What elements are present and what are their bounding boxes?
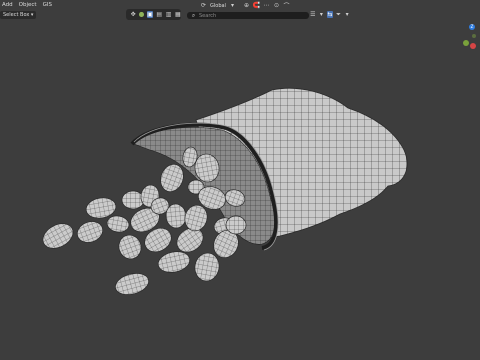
chevron-down-icon[interactable]: ▾ — [319, 11, 325, 18]
move-icon[interactable]: ✥ — [130, 11, 136, 18]
outliner-search: ⌕ — [187, 12, 309, 19]
select-intersect-icon[interactable]: ▦ — [175, 11, 181, 18]
bean-mesh — [42, 223, 74, 249]
bean-mesh — [157, 251, 191, 273]
chevron-down-icon[interactable]: ▾ — [344, 11, 350, 18]
search-input[interactable] — [199, 12, 299, 19]
bean-mesh — [106, 215, 130, 233]
chevron-down-icon: ▾ — [30, 12, 34, 18]
filter-icon[interactable]: ⏷ — [336, 11, 342, 18]
proportional-falloff-icon[interactable]: ⌒ — [283, 2, 290, 10]
snap-icon[interactable]: 🧲 — [253, 2, 260, 9]
navigation-gizmo[interactable]: Z — [462, 20, 476, 50]
bean-mesh — [225, 215, 247, 235]
bean-mesh — [118, 234, 142, 260]
bean-pile[interactable] — [39, 146, 247, 298]
bean-mesh — [76, 221, 104, 243]
y-axis-icon[interactable] — [463, 40, 469, 46]
display-mode-icon[interactable]: ☰ — [310, 11, 316, 18]
chevron-down-icon[interactable]: ▾ — [229, 2, 236, 9]
bean-mesh — [121, 190, 145, 210]
menu-add[interactable]: Add — [2, 1, 13, 9]
pivot-icon[interactable]: ⊕ — [243, 2, 250, 9]
z-axis-icon[interactable]: Z — [469, 24, 475, 30]
select-extend-icon[interactable]: ▤ — [156, 11, 162, 18]
orientation-icon: ⟳ — [200, 2, 207, 9]
menu-object[interactable]: Object — [19, 1, 37, 9]
select-mode-icon[interactable]: ▣ — [146, 11, 154, 18]
outliner-filters: ☰ ▾ ⇆ ⏷ ▾ — [310, 9, 350, 20]
proportional-icon[interactable]: ⊙ — [273, 2, 280, 9]
3d-viewport[interactable] — [0, 0, 480, 360]
menu-gis[interactable]: GIS — [43, 1, 52, 9]
object-mode-icon[interactable] — [139, 12, 144, 17]
y-axis-negative-icon[interactable] — [472, 34, 476, 38]
orientation-label[interactable]: Global — [210, 3, 226, 9]
select-mode-label: Select Box — [3, 12, 30, 18]
search-icon: ⌕ — [191, 11, 196, 19]
transform-orientation: ⟳ Global ▾ ⊕ 🧲 ⋯ ⊙ ⌒ — [200, 1, 290, 10]
select-subtract-icon[interactable]: ▥ — [165, 11, 172, 18]
select-mode-dropdown[interactable]: Select Box ▾ — [0, 11, 37, 19]
snap-settings-icon[interactable]: ⋯ — [263, 2, 270, 9]
bean-mesh — [115, 273, 149, 295]
bean-mesh — [194, 252, 220, 282]
x-axis-icon[interactable] — [470, 43, 476, 49]
viewport-menu: Add Object GIS — [0, 1, 52, 9]
sync-icon[interactable]: ⇆ — [327, 11, 333, 18]
viewport-header-tools: ✥ ▣ ▤ ▥ ▦ — [126, 9, 181, 20]
